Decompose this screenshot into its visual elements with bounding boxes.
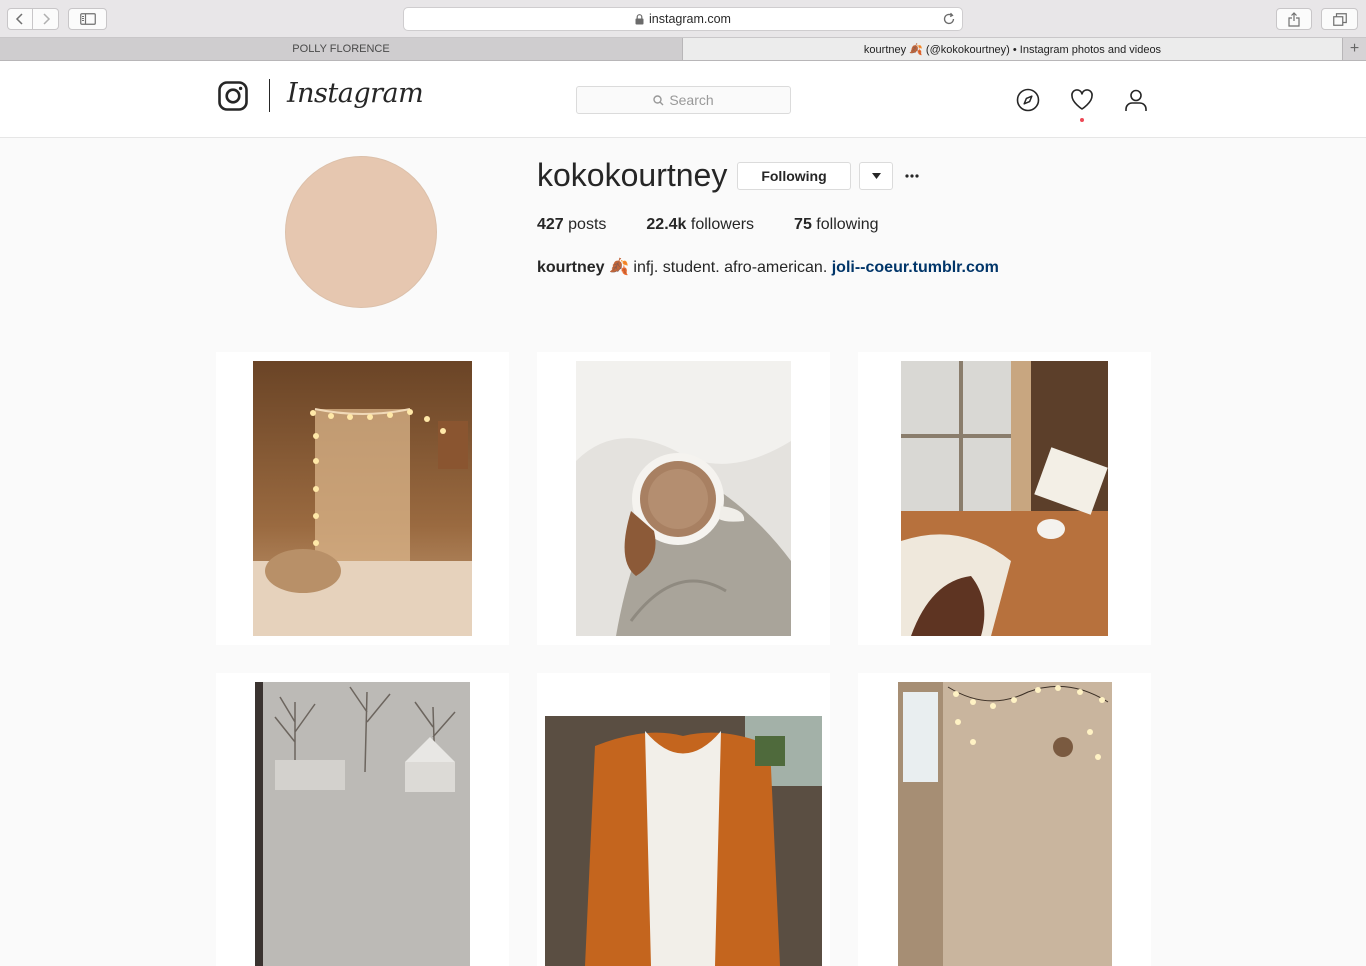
instagram-camera-icon[interactable] bbox=[218, 81, 248, 111]
following-stat[interactable]: 75 following bbox=[794, 216, 879, 234]
followers-label: followers bbox=[690, 216, 755, 233]
profile-username: kokokourtney bbox=[537, 157, 728, 193]
bio-text: infj. student. afro-american. bbox=[633, 259, 828, 276]
person-icon[interactable] bbox=[1124, 88, 1148, 112]
following-count: 75 bbox=[794, 216, 812, 233]
notification-dot bbox=[1080, 118, 1084, 122]
tab-label: kourtney 🍂 (@kokokourtney) • Instagram p… bbox=[863, 43, 1162, 56]
following-button[interactable]: Following bbox=[737, 162, 851, 190]
post-thumbnail[interactable] bbox=[537, 352, 830, 645]
more-options-button[interactable] bbox=[900, 164, 924, 188]
bio-website-link[interactable]: joli--coeur.tumblr.com bbox=[832, 259, 999, 276]
search-input[interactable]: Search bbox=[576, 86, 791, 114]
heart-icon[interactable] bbox=[1070, 88, 1094, 112]
post-thumbnail[interactable] bbox=[216, 352, 509, 645]
post-thumbnail[interactable] bbox=[858, 352, 1151, 645]
post-photo bbox=[898, 682, 1112, 966]
chevron-left-icon bbox=[15, 13, 23, 25]
post-photo bbox=[901, 361, 1108, 636]
tab-overview-button[interactable] bbox=[1321, 8, 1358, 30]
post-photo bbox=[253, 361, 472, 636]
back-button[interactable] bbox=[7, 8, 33, 30]
followers-count: 22.4k bbox=[646, 216, 687, 233]
logo-divider bbox=[269, 79, 270, 112]
leaf-emoji: 🍂 bbox=[609, 259, 629, 276]
sidebar-icon bbox=[79, 13, 96, 25]
ellipsis-icon bbox=[905, 174, 919, 178]
instagram-navbar: Instagram Search bbox=[0, 61, 1366, 138]
caret-down-icon bbox=[871, 173, 881, 179]
profile-stats: 427 posts 22.4k followers 75 following bbox=[537, 216, 919, 234]
compass-icon[interactable] bbox=[1016, 88, 1040, 112]
post-photo bbox=[255, 682, 470, 966]
profile-avatar[interactable] bbox=[285, 156, 437, 308]
chevron-right-icon bbox=[42, 13, 50, 25]
following-label: following bbox=[816, 216, 879, 233]
post-thumbnail[interactable] bbox=[858, 673, 1151, 966]
sidebar-toggle-button[interactable] bbox=[68, 8, 107, 30]
lock-icon bbox=[635, 13, 644, 24]
instagram-wordmark[interactable]: Instagram bbox=[287, 78, 424, 109]
suggestions-dropdown-button[interactable] bbox=[859, 162, 893, 190]
post-photo bbox=[545, 716, 822, 966]
bio-full-name: kourtney bbox=[537, 259, 605, 276]
url-text: instagram.com bbox=[649, 12, 731, 26]
profile-bio: kourtney 🍂 infj. student. afro-american.… bbox=[537, 257, 999, 277]
posts-stat: 427 posts bbox=[537, 216, 606, 234]
search-placeholder: Search bbox=[669, 92, 714, 108]
tab-polly-florence[interactable]: POLLY FLORENCE bbox=[0, 38, 683, 60]
post-photo bbox=[576, 361, 791, 636]
plus-icon: + bbox=[1349, 40, 1360, 57]
post-thumbnail[interactable] bbox=[216, 673, 509, 966]
tab-label: POLLY FLORENCE bbox=[292, 43, 390, 55]
forward-button[interactable] bbox=[33, 8, 59, 30]
posts-count: 427 bbox=[537, 216, 564, 233]
tab-bar: POLLY FLORENCE kourtney 🍂 (@kokokourtney… bbox=[0, 38, 1366, 61]
tab-instagram-profile[interactable]: kourtney 🍂 (@kokokourtney) • Instagram p… bbox=[683, 38, 1342, 60]
tabs-icon bbox=[1332, 12, 1347, 26]
new-tab-button[interactable]: + bbox=[1342, 38, 1366, 60]
search-icon bbox=[653, 94, 664, 105]
address-bar[interactable]: instagram.com bbox=[403, 7, 963, 31]
share-button[interactable] bbox=[1276, 8, 1312, 30]
posts-label: posts bbox=[568, 216, 607, 233]
browser-toolbar: instagram.com bbox=[0, 0, 1366, 38]
post-thumbnail[interactable] bbox=[537, 673, 830, 966]
share-icon bbox=[1288, 11, 1300, 27]
followers-stat[interactable]: 22.4k followers bbox=[646, 216, 754, 234]
reload-icon[interactable] bbox=[942, 12, 956, 26]
